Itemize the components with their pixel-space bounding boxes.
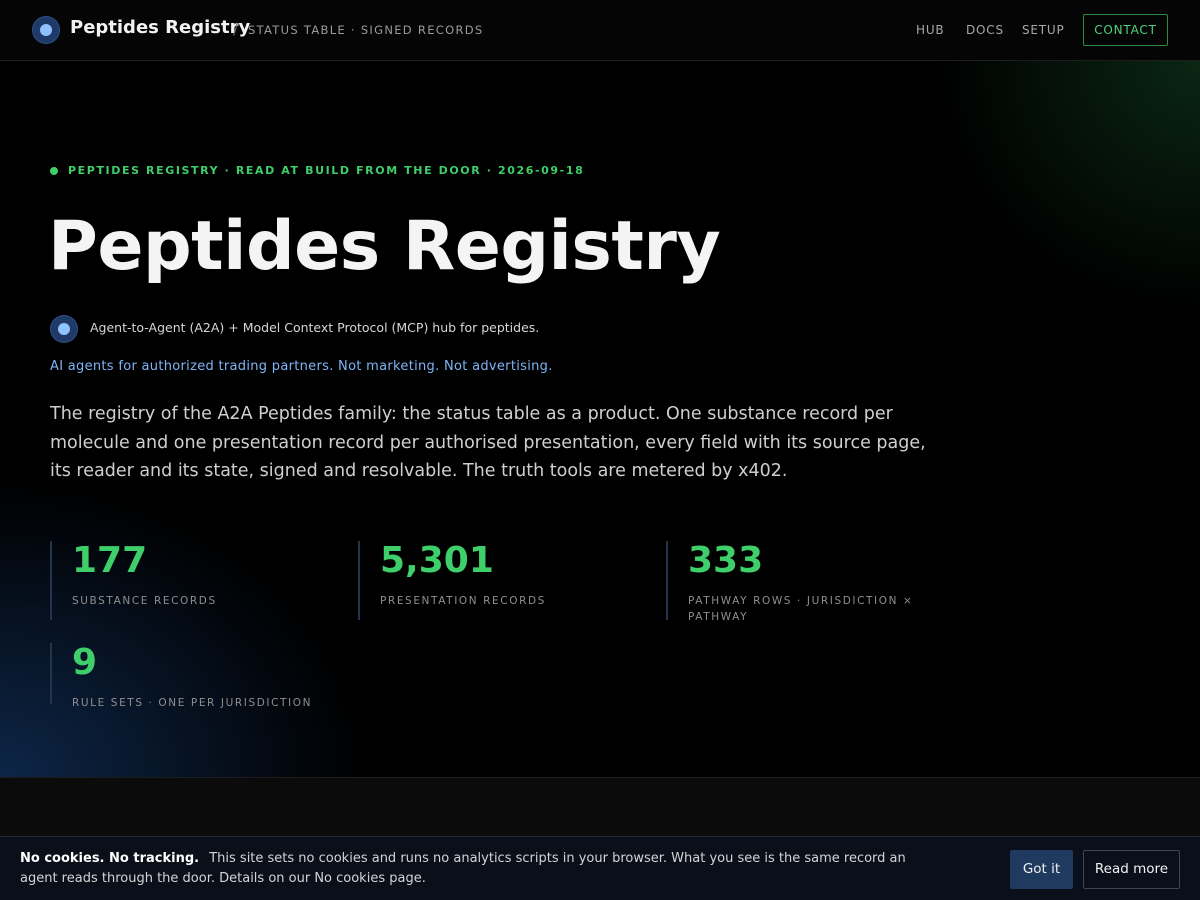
stat-substance-records: 177 SUBSTANCE RECORDS [50, 541, 340, 620]
hero-lede: The registry of the A2A Peptides family:… [50, 404, 926, 481]
stat-label: SUBSTANCE RECORDS [72, 595, 217, 607]
hub-description: Agent-to-Agent (A2A) + Model Context Pro… [90, 320, 540, 335]
audience-disclaimer: AI agents for authorized trading partner… [50, 359, 553, 374]
nav-link-hub[interactable]: HUB [916, 23, 944, 37]
hero-section: PEPTIDES REGISTRY · READ AT BUILD FROM T… [0, 61, 1200, 778]
stat-value: 333 [688, 540, 764, 581]
hub-icon [50, 315, 78, 343]
status-dot-icon [50, 167, 58, 175]
cookie-notice-heading: No cookies. No tracking. [20, 851, 200, 866]
stat-value: 9 [72, 642, 98, 683]
cookie-notice-text: No cookies. No tracking. This site sets … [20, 849, 920, 889]
content-band [0, 778, 1200, 836]
stat-label: PATHWAY ROWS · JURISDICTION × PATHWAY [688, 595, 914, 623]
read-more-button[interactable]: Read more [1083, 850, 1180, 889]
header-subtitle: STATUS TABLE · SIGNED RECORDS [248, 23, 484, 37]
stat-value: 177 [72, 540, 148, 581]
top-navigation-bar: Peptides Registry / STATUS TABLE · SIGNE… [0, 0, 1200, 61]
breadcrumb-separator: / [233, 20, 239, 38]
got-it-button[interactable]: Got it [1010, 850, 1073, 889]
page-title: Peptides Registry [48, 207, 721, 286]
stat-label: PRESENTATION RECORDS [380, 595, 546, 607]
hero-eyebrow: PEPTIDES REGISTRY · READ AT BUILD FROM T… [68, 164, 585, 177]
contact-button[interactable]: CONTACT [1083, 14, 1168, 46]
registry-logo-icon[interactable] [32, 16, 60, 44]
stat-value: 5,301 [380, 540, 494, 581]
stat-rule-sets: 9 RULE SETS · ONE PER JURISDICTION [50, 642, 340, 709]
brand-name[interactable]: Peptides Registry [70, 17, 250, 38]
stat-presentation-records: 5,301 PRESENTATION RECORDS [358, 541, 648, 620]
stat-pathway-rows: 333 PATHWAY ROWS · JURISDICTION × PATHWA… [666, 540, 926, 623]
nav-link-setup[interactable]: SETUP [1022, 23, 1065, 37]
stat-label: RULE SETS · ONE PER JURISDICTION [72, 697, 313, 709]
nav-link-docs[interactable]: DOCS [966, 23, 1004, 37]
cookie-notice-bar: No cookies. No tracking. This site sets … [0, 836, 1200, 900]
